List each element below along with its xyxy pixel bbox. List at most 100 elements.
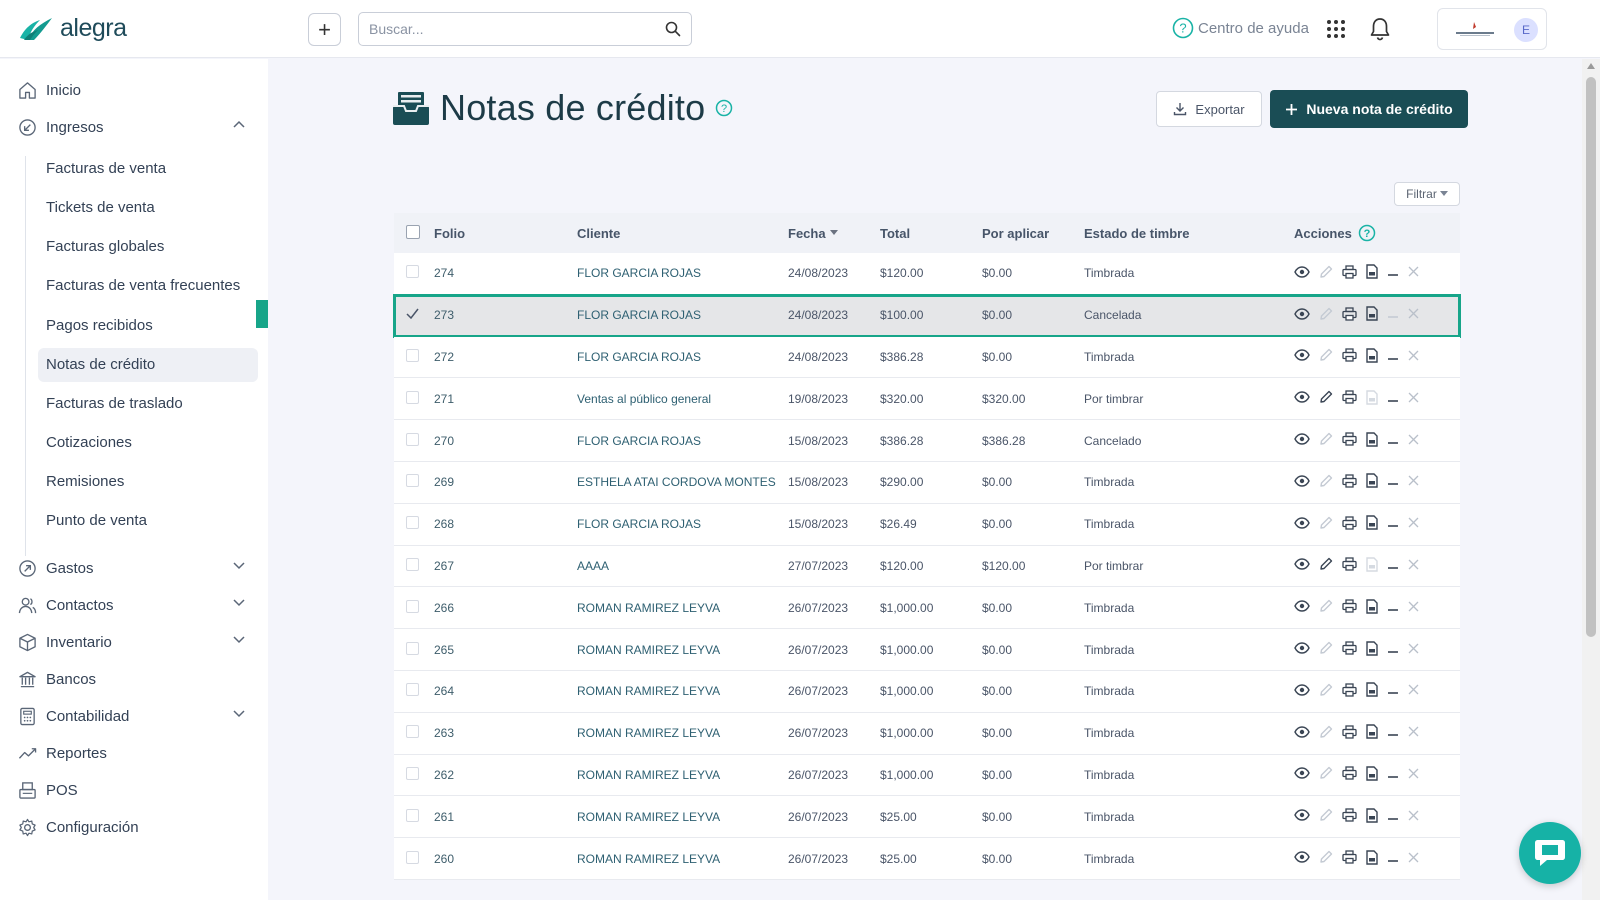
- row-checkbox[interactable]: [406, 725, 419, 741]
- scroll-up-arrow-icon[interactable]: [1587, 63, 1595, 69]
- delete-x-icon[interactable]: [1408, 768, 1419, 782]
- cell-folio[interactable]: 266: [434, 601, 454, 615]
- sidebar-item-inventario[interactable]: Inventario: [18, 630, 245, 654]
- delete-x-icon[interactable]: [1408, 392, 1419, 406]
- print-icon[interactable]: [1342, 557, 1357, 574]
- delete-x-icon[interactable]: [1408, 810, 1419, 824]
- sidebar-subitem-punto-de-venta[interactable]: Punto de venta: [46, 504, 147, 538]
- table-row[interactable]: 260 ROMAN RAMIREZ LEYVA 26/07/2023 $25.00 $0…: [394, 838, 1460, 880]
- download-document-icon[interactable]: [1366, 599, 1378, 617]
- download-document-icon[interactable]: [1366, 390, 1378, 408]
- search-input[interactable]: [359, 13, 639, 45]
- table-row[interactable]: 265 ROMAN RAMIREZ LEYVA 26/07/2023 $1,000.0…: [394, 629, 1460, 671]
- download-document-icon[interactable]: [1366, 515, 1378, 533]
- sidebar-item-configuracion[interactable]: Configuración: [18, 815, 139, 839]
- delete-x-icon[interactable]: [1408, 559, 1419, 573]
- void-minus-icon[interactable]: [1387, 601, 1399, 615]
- edit-pencil-icon[interactable]: [1319, 683, 1333, 700]
- edit-pencil-icon[interactable]: [1319, 641, 1333, 658]
- cell-cliente[interactable]: AAAA: [577, 559, 609, 573]
- void-minus-icon[interactable]: [1387, 684, 1399, 698]
- cell-folio[interactable]: 262: [434, 768, 454, 782]
- edit-pencil-icon[interactable]: [1319, 557, 1333, 574]
- row-checkbox[interactable]: [406, 308, 419, 322]
- table-row[interactable]: 270 FLOR GARCIA ROJAS 15/08/2023 $386.28 $38…: [394, 420, 1460, 462]
- delete-x-icon[interactable]: [1408, 517, 1419, 531]
- quick-add-button[interactable]: +: [308, 13, 341, 46]
- view-eye-icon[interactable]: [1294, 516, 1310, 532]
- sidebar-subitem-cotizaciones[interactable]: Cotizaciones: [46, 426, 132, 460]
- sidebar-subitem-facturas-de-traslado[interactable]: Facturas de traslado: [46, 387, 183, 421]
- edit-pencil-icon[interactable]: [1319, 599, 1333, 616]
- delete-x-icon[interactable]: [1408, 601, 1419, 615]
- view-eye-icon[interactable]: [1294, 391, 1310, 406]
- cell-folio[interactable]: 267: [434, 559, 454, 573]
- chat-support-button[interactable]: [1519, 822, 1581, 884]
- cell-folio[interactable]: 265: [434, 643, 454, 657]
- cell-folio[interactable]: 270: [434, 434, 454, 448]
- download-document-icon[interactable]: [1366, 431, 1378, 450]
- cell-folio[interactable]: 273: [434, 308, 454, 322]
- sidebar-subitem-notas-de-credito[interactable]: Notas de crédito: [38, 348, 258, 382]
- row-checkbox[interactable]: [406, 850, 419, 867]
- cell-cliente[interactable]: ROMAN RAMIREZ LEYVA: [577, 643, 720, 657]
- col-header-fecha[interactable]: Fecha: [788, 226, 838, 241]
- table-row[interactable]: 267 AAAA 27/07/2023 $120.00 $120.00 Por timbr…: [394, 545, 1460, 588]
- sidebar-subitem-tickets-de-venta[interactable]: Tickets de venta: [46, 191, 155, 225]
- delete-x-icon[interactable]: [1408, 350, 1419, 364]
- table-row[interactable]: 268 FLOR GARCIA ROJAS 15/08/2023 $26.49 $0.0…: [394, 503, 1460, 546]
- cell-cliente[interactable]: FLOR GARCIA ROJAS: [577, 308, 701, 322]
- col-header-total[interactable]: Total: [880, 226, 910, 241]
- company-switcher[interactable]: E: [1437, 8, 1547, 50]
- download-document-icon[interactable]: [1366, 473, 1378, 491]
- table-row[interactable]: 262 ROMAN RAMIREZ LEYVA 26/07/2023 $1,000.0…: [394, 754, 1460, 797]
- delete-x-icon[interactable]: [1408, 308, 1419, 322]
- print-icon[interactable]: [1342, 808, 1357, 825]
- download-document-icon[interactable]: [1366, 557, 1378, 575]
- void-minus-icon[interactable]: [1387, 768, 1399, 782]
- edit-pencil-icon[interactable]: [1319, 766, 1333, 783]
- cell-folio[interactable]: 271: [434, 392, 454, 406]
- view-eye-icon[interactable]: [1294, 266, 1310, 281]
- sidebar-subitem-facturas-frecuentes[interactable]: Facturas de venta frecuentes: [46, 269, 240, 303]
- new-credit-note-button[interactable]: Nueva nota de crédito: [1270, 90, 1468, 128]
- row-checkbox[interactable]: [406, 432, 419, 449]
- row-checkbox[interactable]: [406, 265, 419, 281]
- chevron-down-icon[interactable]: [232, 560, 246, 570]
- col-header-estado[interactable]: Estado de timbre: [1084, 226, 1189, 241]
- title-help-icon[interactable]: ?: [715, 99, 733, 117]
- cell-folio[interactable]: 264: [434, 684, 454, 698]
- search-icon[interactable]: [665, 21, 681, 37]
- void-minus-icon[interactable]: [1387, 308, 1399, 322]
- view-eye-icon[interactable]: [1294, 851, 1310, 866]
- table-row[interactable]: 263 ROMAN RAMIREZ LEYVA 26/07/2023 $1,000.0…: [394, 712, 1460, 755]
- export-button[interactable]: Exportar: [1156, 91, 1262, 127]
- print-icon[interactable]: [1342, 390, 1357, 407]
- row-checkbox[interactable]: [406, 474, 419, 490]
- download-document-icon[interactable]: [1366, 808, 1378, 826]
- sidebar-item-contactos[interactable]: Contactos: [18, 593, 245, 617]
- chevron-down-icon[interactable]: [232, 634, 246, 644]
- view-eye-icon[interactable]: [1294, 307, 1310, 323]
- sidebar-subitem-remisiones[interactable]: Remisiones: [46, 465, 124, 499]
- view-eye-icon[interactable]: [1294, 642, 1310, 657]
- delete-x-icon[interactable]: [1408, 475, 1419, 489]
- row-checkbox[interactable]: [406, 683, 419, 699]
- delete-x-icon[interactable]: [1408, 643, 1419, 657]
- row-checkbox[interactable]: [406, 808, 419, 825]
- void-minus-icon[interactable]: [1387, 810, 1399, 824]
- delete-x-icon[interactable]: [1408, 266, 1419, 280]
- view-eye-icon[interactable]: [1294, 475, 1310, 490]
- view-eye-icon[interactable]: [1294, 433, 1310, 448]
- void-minus-icon[interactable]: [1387, 559, 1399, 573]
- void-minus-icon[interactable]: [1387, 266, 1399, 280]
- notifications-bell-icon[interactable]: [1369, 17, 1391, 41]
- edit-pencil-icon[interactable]: [1319, 725, 1333, 742]
- void-minus-icon[interactable]: [1387, 517, 1399, 531]
- edit-pencil-icon[interactable]: [1319, 348, 1333, 365]
- print-icon[interactable]: [1342, 348, 1357, 365]
- row-checkbox[interactable]: [406, 557, 419, 574]
- sidebar-item-bancos[interactable]: Bancos: [18, 667, 96, 691]
- cell-cliente[interactable]: ROMAN RAMIREZ LEYVA: [577, 852, 720, 866]
- cell-cliente[interactable]: ROMAN RAMIREZ LEYVA: [577, 768, 720, 782]
